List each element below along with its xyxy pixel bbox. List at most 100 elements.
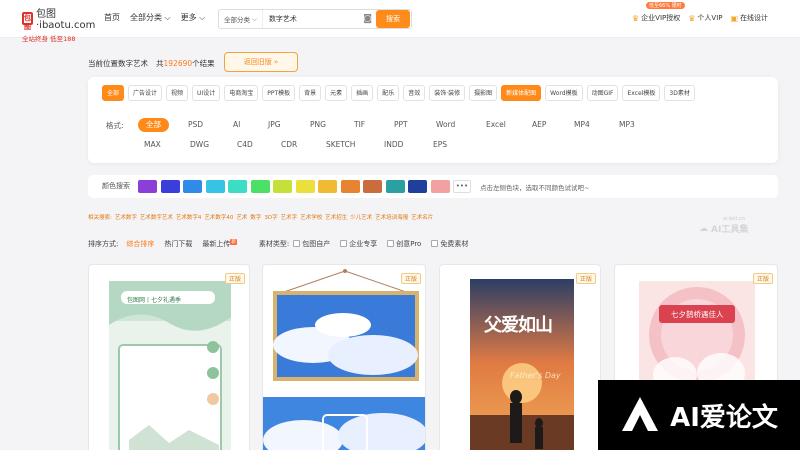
result-card-2[interactable]: 正版 bbox=[262, 264, 426, 450]
poster-subtitle: Father's Day bbox=[510, 371, 561, 380]
color-swatch[interactable] bbox=[340, 180, 360, 193]
category-tab[interactable]: PPT模板 bbox=[262, 85, 296, 101]
color-swatch[interactable] bbox=[295, 180, 315, 193]
category-tab[interactable]: 配乐 bbox=[377, 85, 400, 101]
material-free[interactable]: 免费素材 bbox=[431, 239, 468, 249]
format-option[interactable]: AEP bbox=[532, 120, 546, 129]
category-tab[interactable]: 摄影图 bbox=[469, 85, 498, 101]
checkbox[interactable] bbox=[340, 240, 348, 247]
sort-comprehensive[interactable]: 综合排序 bbox=[126, 239, 154, 249]
color-swatch[interactable] bbox=[160, 180, 180, 193]
color-search-panel: 颜色搜索 ••• 点击左侧色块，选取不同颜色试试吧~ bbox=[88, 175, 778, 198]
search-button[interactable]: 搜索 bbox=[376, 10, 410, 28]
related-term-link[interactable]: 艺术数字艺术 bbox=[140, 213, 173, 221]
format-option[interactable]: PSD bbox=[188, 120, 203, 129]
more-colors-button[interactable]: ••• bbox=[453, 180, 471, 193]
color-swatch[interactable] bbox=[408, 180, 427, 193]
category-tab[interactable]: 全部 bbox=[102, 85, 125, 101]
format-option[interactable]: MAX bbox=[144, 140, 161, 149]
site-logo[interactable]: 包图 包图·ibaotu.com 全站终身 低至188 bbox=[22, 5, 95, 43]
category-tab[interactable]: 元素 bbox=[325, 85, 348, 101]
format-option[interactable]: EPS bbox=[433, 140, 447, 149]
category-tab[interactable]: 背景 bbox=[299, 85, 322, 101]
main-menu: 首页 全部分类 ⌵ 更多 ⌵ bbox=[104, 12, 205, 23]
result-card-3[interactable]: 正版 父爱如山 Father's Day bbox=[439, 264, 601, 450]
category-tab[interactable]: Word模板 bbox=[545, 85, 583, 101]
color-swatch[interactable] bbox=[205, 180, 225, 193]
format-option[interactable]: 全部 bbox=[138, 118, 169, 132]
color-swatch[interactable] bbox=[183, 180, 202, 193]
category-tab[interactable]: 视频 bbox=[166, 85, 189, 101]
format-option[interactable]: JPG bbox=[268, 120, 281, 129]
category-tab[interactable]: Excel模板 bbox=[622, 85, 661, 101]
result-card-1[interactable]: 正版 包图网丨七夕礼遇季 bbox=[88, 264, 250, 450]
material-enterprise[interactable]: 企业专享 bbox=[340, 239, 377, 249]
category-tab[interactable]: 动图GIF bbox=[586, 85, 619, 101]
format-option[interactable]: PPT bbox=[394, 120, 408, 129]
nav-home[interactable]: 首页 bbox=[104, 12, 120, 23]
search-input[interactable] bbox=[262, 15, 364, 23]
related-term-link[interactable]: 艺术数字40 bbox=[204, 213, 233, 221]
camera-icon[interactable]: ◙ bbox=[363, 14, 376, 24]
nav-more[interactable]: 更多 ⌵ bbox=[181, 12, 206, 23]
related-term-link[interactable]: 艺术培训海报 bbox=[375, 213, 408, 221]
nav-right: ♛ 企业VIP授权 ♛ 个人VIP ▣ 在线设计 bbox=[632, 13, 768, 23]
related-term-link[interactable]: 艺术招生 bbox=[325, 213, 347, 221]
related-term-link[interactable]: 艺术数字4 bbox=[176, 213, 202, 221]
format-option[interactable]: PNG bbox=[310, 120, 326, 129]
old-version-button[interactable]: 返回旧版 » bbox=[224, 52, 298, 72]
format-option[interactable]: TIF bbox=[354, 120, 365, 129]
search-category-select[interactable]: 全部分类 ⌵ bbox=[219, 10, 263, 28]
licensed-tag: 正版 bbox=[400, 273, 421, 284]
online-design-link[interactable]: ▣ 在线设计 bbox=[731, 13, 769, 23]
category-tab[interactable]: UI设计 bbox=[192, 85, 221, 101]
format-option[interactable]: Word bbox=[436, 120, 455, 129]
color-swatch[interactable] bbox=[228, 180, 247, 193]
format-option[interactable]: SKETCH bbox=[326, 140, 355, 149]
checkbox[interactable] bbox=[431, 240, 439, 247]
format-option[interactable]: CDR bbox=[281, 140, 297, 149]
material-own[interactable]: 包图自产 bbox=[293, 239, 330, 249]
personal-vip-link[interactable]: ♛ 个人VIP bbox=[688, 13, 722, 23]
category-tabs: 全部 广告设计 视频 UI设计 电商淘宝 PPT模板 背景 元素 插画 配乐 音效 装饰·装修 摄影图新… bbox=[102, 85, 695, 101]
licensed-tag: 正版 bbox=[752, 273, 773, 284]
related-term-link[interactable]: 艺术字 bbox=[281, 213, 298, 221]
color-swatch[interactable] bbox=[385, 180, 405, 193]
sort-newest[interactable]: 最新上传新 bbox=[202, 239, 237, 249]
format-option[interactable]: INDD bbox=[384, 140, 403, 149]
related-term-link[interactable]: 3D字 bbox=[264, 213, 277, 221]
category-tab[interactable]: 插画 bbox=[351, 85, 374, 101]
checkbox[interactable] bbox=[293, 240, 301, 247]
category-tab[interactable]: 装饰·装修 bbox=[429, 85, 466, 101]
material-pro[interactable]: 创意Pro bbox=[387, 239, 421, 249]
category-tab[interactable]: 新媒体配图 bbox=[501, 85, 542, 101]
related-term-link[interactable]: 少儿艺术 bbox=[350, 213, 372, 221]
related-term-link[interactable]: 艺术名片 bbox=[411, 213, 433, 221]
format-option[interactable]: AI bbox=[233, 120, 240, 129]
format-option[interactable]: C4D bbox=[237, 140, 253, 149]
color-swatch[interactable] bbox=[273, 180, 292, 193]
enterprise-vip-link[interactable]: ♛ 企业VIP授权 bbox=[632, 13, 680, 23]
color-swatch[interactable] bbox=[363, 180, 382, 193]
related-term-link[interactable]: 数字 bbox=[250, 213, 261, 221]
color-swatch[interactable] bbox=[430, 180, 450, 193]
related-searches: 相关搜索: 艺术数字 艺术数字艺术 艺术数字4 艺术数字40 艺术 数字 3D字 艺术字 艺术学… bbox=[88, 213, 433, 221]
color-swatch[interactable] bbox=[138, 180, 157, 193]
format-option[interactable]: Excel bbox=[486, 120, 506, 129]
format-option[interactable]: DWG bbox=[190, 140, 209, 149]
category-tab[interactable]: 电商淘宝 bbox=[224, 85, 259, 101]
checkbox[interactable] bbox=[387, 240, 395, 247]
related-term-link[interactable]: 艺术学校 bbox=[300, 213, 322, 221]
format-option[interactable]: MP3 bbox=[619, 120, 635, 129]
format-option[interactable]: MP4 bbox=[574, 120, 590, 129]
category-tab[interactable]: 广告设计 bbox=[128, 85, 163, 101]
category-tab[interactable]: 3D素材 bbox=[664, 85, 695, 101]
related-term-link[interactable]: 艺术 bbox=[236, 213, 247, 221]
color-hint: 点击左侧色块，选取不同颜色试试吧~ bbox=[480, 184, 590, 192]
color-swatch[interactable] bbox=[318, 180, 337, 193]
related-term-link[interactable]: 艺术数字 bbox=[115, 213, 137, 221]
nav-all-categories[interactable]: 全部分类 ⌵ bbox=[130, 12, 171, 23]
sort-popular[interactable]: 热门下载 bbox=[164, 239, 192, 249]
color-swatch[interactable] bbox=[250, 180, 270, 193]
category-tab[interactable]: 音效 bbox=[403, 85, 426, 101]
